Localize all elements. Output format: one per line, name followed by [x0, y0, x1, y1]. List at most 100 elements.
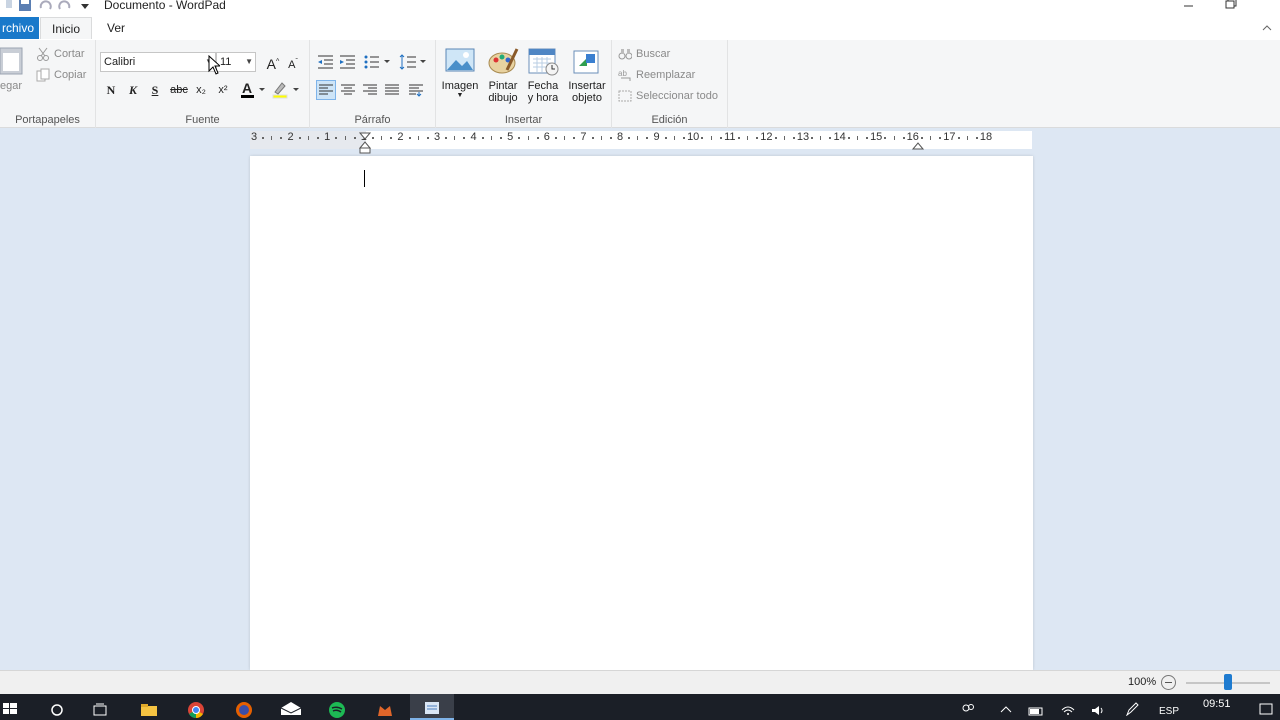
tab-view[interactable]: Ver [97, 17, 135, 39]
restore-button[interactable] [1212, 0, 1258, 14]
people-icon[interactable] [960, 700, 976, 716]
minimize-button[interactable] [1166, 0, 1212, 14]
ruler-number: 1 [324, 131, 331, 143]
task-view-icon[interactable] [92, 700, 108, 716]
customize-quick-access-icon[interactable] [80, 0, 94, 12]
paint-drawing-button[interactable]: Pintar dibujo [482, 46, 524, 104]
collapse-ribbon-icon[interactable] [1262, 21, 1272, 35]
select-all-label: Seleccionar todo [636, 90, 718, 102]
ruler-tick [701, 137, 704, 139]
wordpad-taskbar-button[interactable] [410, 694, 454, 720]
file-explorer-icon[interactable] [140, 700, 157, 716]
ruler-tick [317, 137, 320, 139]
ruler-tick [866, 137, 869, 139]
firefox-icon[interactable] [235, 700, 252, 718]
redo-icon[interactable] [58, 0, 72, 12]
grow-font-button[interactable]: A^ [264, 53, 282, 72]
insert-image-button[interactable]: Imagen ▼ [440, 46, 480, 100]
document-page[interactable] [250, 156, 1033, 670]
copy-icon [36, 68, 50, 82]
paste-button[interactable]: egar [0, 46, 26, 92]
replace-icon: ab [618, 69, 631, 81]
ruler-tick [673, 136, 675, 140]
mouse-pointer-icon [208, 54, 222, 78]
tab-home[interactable]: Inicio [40, 17, 92, 39]
right-indent-marker[interactable] [911, 140, 925, 154]
clock[interactable]: 09:51 [1203, 698, 1231, 710]
shrink-font-button[interactable]: Aˇ [284, 53, 302, 71]
justify-button[interactable] [382, 80, 402, 100]
insert-object-button[interactable]: Insertar objeto [564, 46, 610, 104]
copy-button[interactable]: Copiar [36, 68, 86, 82]
zoom-slider-thumb[interactable] [1224, 674, 1232, 690]
ruler-tick [408, 137, 411, 139]
decrease-indent-button[interactable] [316, 52, 336, 72]
ruler-tick [811, 137, 814, 139]
cut-button[interactable]: Cortar [36, 47, 85, 61]
chrome-icon[interactable] [187, 700, 204, 719]
palette-icon [487, 46, 519, 76]
ruler-number: 3 [433, 131, 441, 143]
highlight-color-button[interactable] [272, 80, 300, 100]
bullet-list-icon [364, 55, 390, 69]
insert-image-label: Imagen [441, 80, 479, 92]
increase-indent-button[interactable] [338, 52, 358, 72]
align-right-button[interactable] [360, 80, 380, 100]
ruler-tick [747, 136, 749, 140]
align-center-button[interactable] [338, 80, 358, 100]
italic-button[interactable]: K [124, 81, 142, 99]
line-spacing-button[interactable] [398, 52, 428, 72]
font-size-select[interactable]: 11 ▼ [216, 52, 256, 72]
chevron-up-icon[interactable] [998, 700, 1014, 716]
save-icon[interactable] [18, 0, 32, 12]
font-family-select[interactable]: Calibri ▼ [100, 52, 216, 72]
search-icon[interactable] [49, 700, 65, 716]
replace-button[interactable]: ab Reemplazar [618, 68, 695, 82]
align-center-icon [341, 84, 355, 95]
find-button[interactable]: Buscar [618, 47, 670, 61]
ruler-tick [536, 137, 539, 139]
window-title: Documento - WordPad [104, 0, 226, 12]
svg-text:ab: ab [618, 69, 627, 78]
ruler-tick [390, 137, 393, 139]
paragraph-settings-button[interactable] [406, 80, 426, 100]
font-size-value: 11 [220, 56, 232, 68]
ruler-tick [792, 137, 795, 139]
mail-icon[interactable] [280, 700, 302, 716]
line-spacing-icon [399, 54, 426, 70]
ruler-tick [628, 137, 631, 139]
zoom-out-button[interactable] [1161, 675, 1176, 690]
game-app-icon[interactable] [376, 700, 392, 716]
insert-group-label: Insertar [504, 114, 543, 126]
tab-file[interactable]: rchivo [0, 17, 39, 39]
ruler-number: 15 [870, 131, 883, 143]
ruler-number: 5 [507, 131, 514, 143]
ruler-tick [527, 136, 529, 140]
first-line-indent-marker[interactable] [358, 132, 372, 157]
date-time-button[interactable]: Fecha y hora [522, 46, 564, 104]
ruler-tick [930, 136, 932, 140]
input-language[interactable]: ESP [1159, 706, 1179, 717]
font-color-button[interactable]: A [240, 80, 266, 100]
font-group-label: Fuente [185, 114, 220, 126]
strikethrough-button[interactable]: abc [168, 81, 190, 99]
pen-icon[interactable] [1124, 700, 1140, 717]
ruler-tick [573, 137, 576, 139]
wifi-icon[interactable] [1060, 700, 1076, 716]
start-icon[interactable] [2, 700, 18, 716]
action-center-icon[interactable] [1258, 700, 1274, 716]
spotify-icon[interactable] [328, 700, 345, 718]
undo-icon[interactable] [38, 0, 52, 12]
ruler-tick [454, 136, 456, 140]
select-all-button[interactable]: Seleccionar todo [618, 89, 718, 103]
superscript-button[interactable]: x² [214, 81, 232, 99]
subscript-button[interactable]: x₂ [192, 81, 210, 99]
volume-icon[interactable] [1090, 700, 1106, 716]
bold-button[interactable]: N [102, 81, 120, 99]
bullets-button[interactable] [362, 52, 392, 72]
ruler-number: 2 [287, 131, 294, 143]
underline-button[interactable]: S [146, 81, 164, 99]
chevron-down-icon: ▼ [245, 57, 253, 66]
ruler-number: 10 [687, 131, 700, 143]
align-left-button[interactable] [316, 80, 336, 100]
